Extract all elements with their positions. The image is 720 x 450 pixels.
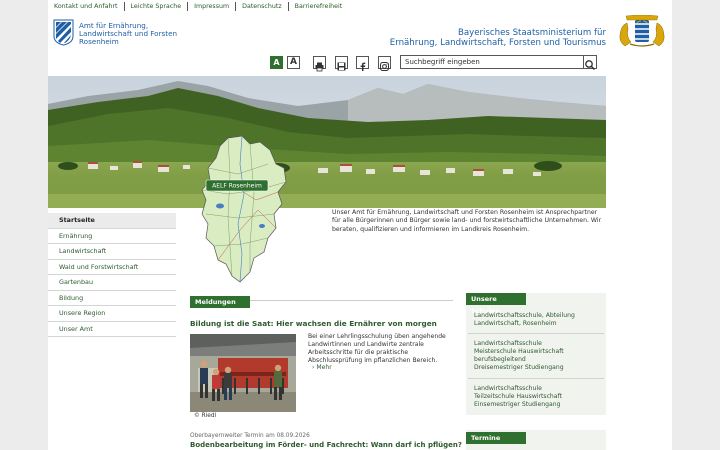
instagram-icon[interactable]	[378, 56, 391, 71]
bavaria-coat-of-arms-icon[interactable]	[616, 15, 668, 48]
news-photo-image[interactable]	[190, 334, 296, 412]
font-size-large-button[interactable]: A	[287, 56, 300, 69]
font-size-small-button[interactable]: A	[270, 56, 283, 69]
divider	[468, 378, 604, 379]
link-kontakt[interactable]: Kontakt und Anfahrt	[54, 3, 118, 10]
news-more-link[interactable]: › Mehr	[312, 364, 332, 371]
sidebar-item-ernaehrung[interactable]: Ernährung	[48, 228, 176, 244]
divider	[287, 2, 289, 11]
sidebar-item-startseite[interactable]: Startseite	[48, 213, 176, 229]
hero-landscape-image	[48, 76, 606, 208]
ministry-name[interactable]: Bayerisches Staatsministerium für Ernähr…	[390, 28, 606, 49]
sidebar-navigation: Startseite Ernährung Landwirtschaft Wald…	[48, 213, 176, 337]
facebook-icon[interactable]	[356, 56, 369, 71]
search-input[interactable]	[400, 55, 584, 69]
schools-section-label: Unsere Schulen	[466, 293, 526, 315]
map-label: AELF Rosenheim	[212, 183, 262, 190]
page: Kontakt und Anfahrt Leichte Sprache Impr…	[48, 0, 672, 450]
sidebar-item-landwirtschaft[interactable]: Landwirtschaft	[48, 244, 176, 260]
news-meta: Oberbayernweiter Termin am 08.09.2026	[190, 433, 310, 439]
news-headline[interactable]: Bildung ist die Saat: Hier wachsen die E…	[190, 319, 437, 328]
school-link-1[interactable]: Landwirtschaftsschule, Abteilung Landwir…	[474, 312, 604, 328]
news-headline-2[interactable]: Bodenbearbeitung im Förder- und Fachrech…	[190, 441, 462, 449]
termine-section-label: Termine	[466, 432, 526, 444]
chevron-right-icon: ›	[312, 364, 315, 371]
print-icon[interactable]	[313, 56, 326, 72]
school-link-2[interactable]: Landwirtschaftsschule Meisterschule Haus…	[474, 340, 604, 372]
intro-text: Unser Amt für Ernährung, Landwirtschaft …	[332, 209, 602, 233]
photo-caption: © Riedl	[194, 413, 217, 419]
link-barrierefreiheit[interactable]: Barrierefreiheit	[295, 3, 343, 10]
school-link-3[interactable]: Landwirtschaftsschule Teilzeitschule Hau…	[474, 385, 604, 409]
news-teaser: Bei einer Lehrlingsschulung üben angehen…	[308, 333, 446, 364]
amt-name[interactable]: Amt für Ernährung, Landwirtschaft und Fo…	[79, 21, 177, 47]
sidebar-item-region[interactable]: Unsere Region	[48, 306, 176, 322]
district-map-image[interactable]: AELF Rosenheim	[198, 134, 290, 284]
search-icon[interactable]	[584, 55, 597, 71]
top-navigation: Kontakt und Anfahrt Leichte Sprache Impr…	[54, 1, 342, 12]
amt-logo-icon[interactable]	[53, 19, 74, 46]
link-datenschutz[interactable]: Datenschutz	[242, 3, 282, 10]
divider	[235, 2, 237, 11]
sidebar-item-bildung[interactable]: Bildung	[48, 290, 176, 306]
toolbar: A A	[48, 53, 672, 72]
divider	[123, 2, 125, 11]
sidebar-item-gartenbau[interactable]: Gartenbau	[48, 275, 176, 291]
save-icon[interactable]	[335, 56, 348, 71]
sidebar-item-wald[interactable]: Wald und Forstwirtschaft	[48, 259, 176, 275]
news-section-label: Meldungen	[190, 296, 250, 308]
sidebar-item-unser-amt[interactable]: Unser Amt	[48, 321, 176, 337]
link-leichte-sprache[interactable]: Leichte Sprache	[131, 3, 182, 10]
divider	[187, 2, 189, 11]
divider	[468, 333, 604, 334]
more-label: Mehr	[316, 364, 332, 371]
link-impressum[interactable]: Impressum	[194, 3, 229, 10]
